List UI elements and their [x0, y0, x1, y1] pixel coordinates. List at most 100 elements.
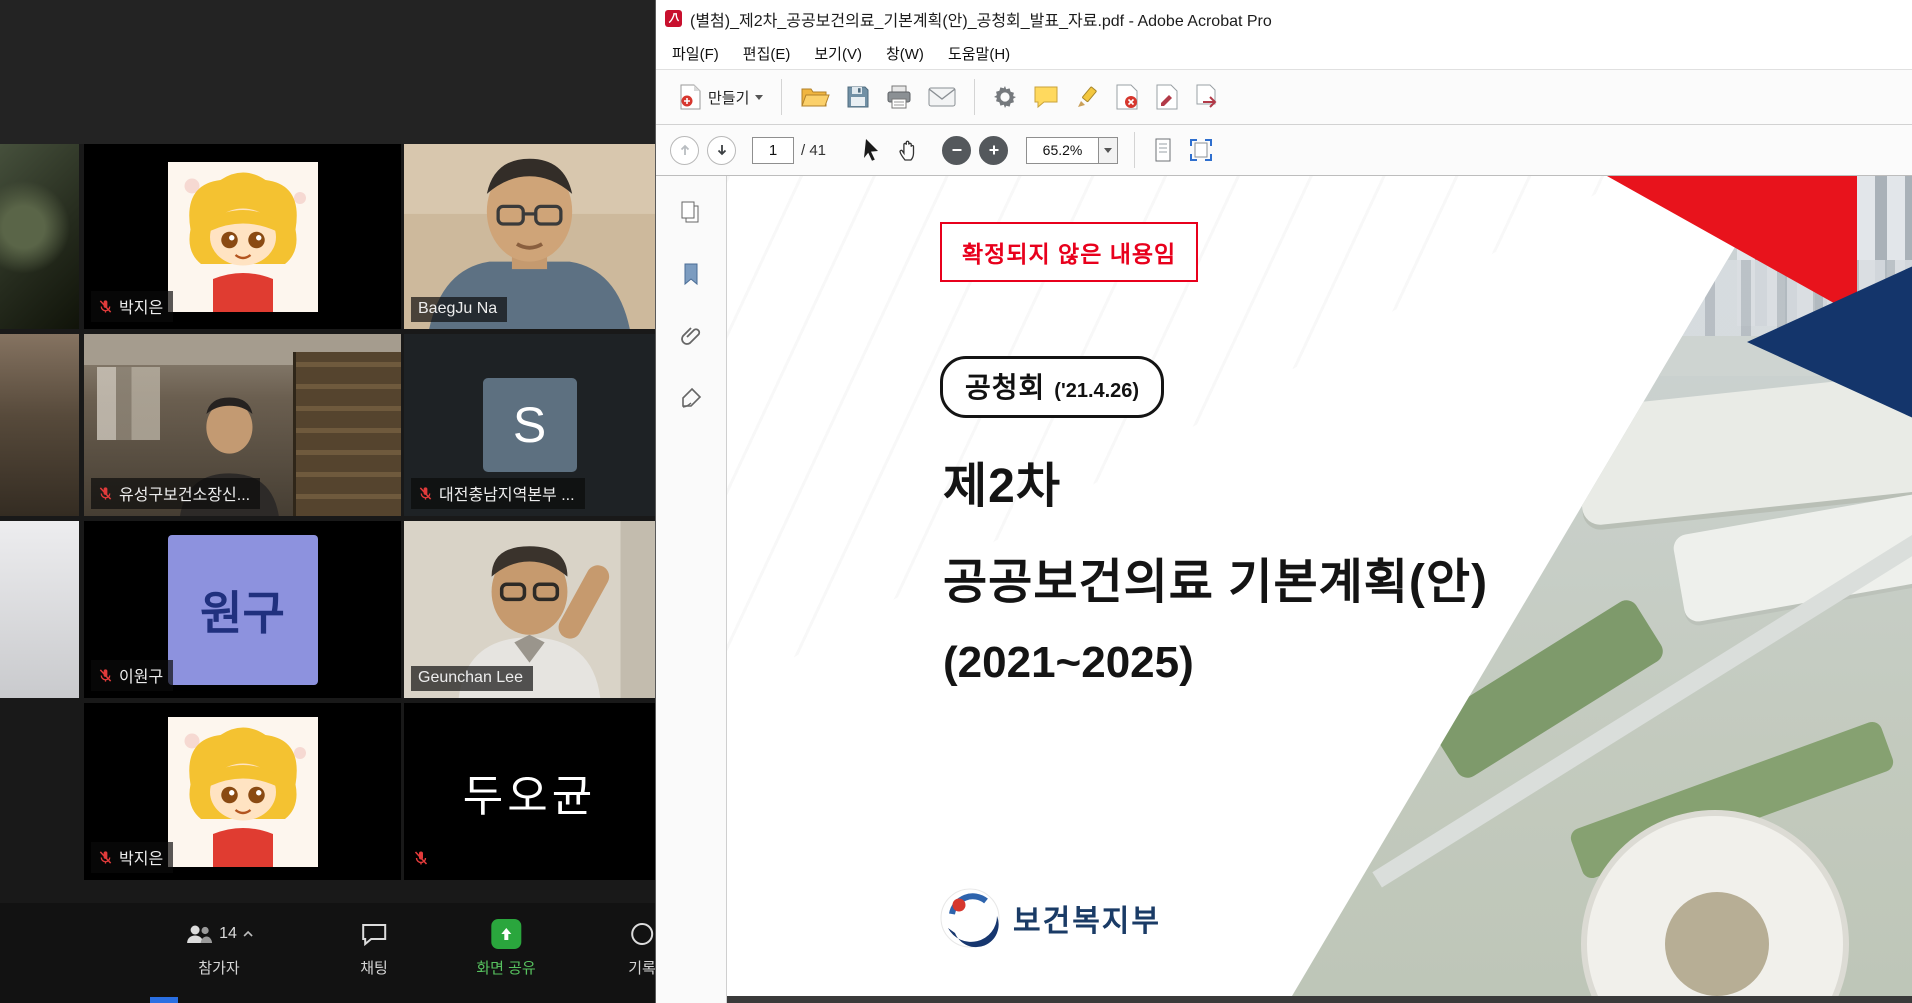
- main-toolbar: 만들기: [656, 70, 1912, 125]
- highlighter-icon: [1075, 85, 1099, 109]
- create-label: 만들기: [708, 87, 749, 108]
- separator: [781, 79, 782, 115]
- taskbar-peek: [150, 997, 178, 1003]
- participant-tile[interactable]: 원구 이원구: [84, 521, 401, 698]
- zoom-toolbar: 14 참가자 채팅 화면 공유 기록: [0, 903, 655, 1003]
- zoom-level-input[interactable]: 65.2%: [1026, 137, 1098, 164]
- menubar: 파일(F) 편집(E) 보기(V) 창(W) 도움말(H): [656, 37, 1912, 70]
- muted-mic-icon: [413, 850, 429, 871]
- chat-button[interactable]: 채팅: [360, 919, 388, 978]
- menu-edit[interactable]: 편집(E): [731, 38, 803, 69]
- participant-tile[interactable]: S 대전충남지역본부 ...: [404, 334, 655, 516]
- settings-button[interactable]: [985, 80, 1025, 114]
- menu-help[interactable]: 도움말(H): [936, 38, 1022, 69]
- menu-file[interactable]: 파일(F): [660, 38, 731, 69]
- separator: [1134, 132, 1135, 168]
- bookmarks-panel-button[interactable]: [669, 254, 713, 294]
- sign-button[interactable]: [1107, 79, 1147, 115]
- avatar: [168, 162, 318, 312]
- export-button[interactable]: [1187, 79, 1229, 115]
- participant-tile[interactable]: 박지은: [84, 703, 401, 880]
- create-button[interactable]: 만들기: [670, 79, 771, 115]
- ministry-logo-icon: [940, 888, 1000, 948]
- chat-label: 채팅: [360, 957, 388, 978]
- page-number-input[interactable]: 1: [752, 137, 794, 164]
- prev-page-button[interactable]: [670, 136, 699, 165]
- ministry-name: 보건복지부: [1013, 896, 1161, 940]
- video-feed: [0, 334, 79, 516]
- menu-view[interactable]: 보기(V): [802, 38, 874, 69]
- avatar-text: 원구: [200, 577, 285, 643]
- document-x-icon: [1115, 84, 1139, 110]
- participant-tile[interactable]: [0, 521, 79, 698]
- zoom-window: 박지은 BaegJu Na: [0, 0, 655, 1003]
- participant-tile[interactable]: 박지은: [84, 144, 401, 329]
- open-button[interactable]: [792, 80, 838, 114]
- save-icon: [846, 85, 870, 109]
- badge-title: 공청회: [965, 366, 1045, 406]
- participant-tile[interactable]: [0, 144, 79, 329]
- participant-tile[interactable]: 두오균: [404, 703, 655, 880]
- record-button[interactable]: 기록: [628, 919, 655, 978]
- document-area[interactable]: 확정되지 않은 내용임 공청회 ('21.4.26) 제2차 공공보건의료 기본…: [727, 176, 1912, 1003]
- navigation-toolbar: 1 / 41 65.2%: [656, 125, 1912, 176]
- participant-name: Geunchan Lee: [418, 669, 523, 687]
- fill-sign-button[interactable]: [1147, 79, 1187, 115]
- window-title: (별첨)_제2차_공공보건의료_기본계획(안)_공청회_발표_자료.pdf - …: [690, 7, 1272, 31]
- participant-name: 유성구보건소장신...: [119, 481, 250, 505]
- participant-name: 이원구: [119, 663, 163, 687]
- comment-button[interactable]: [1025, 80, 1067, 114]
- participant-tile[interactable]: Geunchan Lee: [404, 521, 655, 698]
- badge-date: ('21.4.26): [1054, 380, 1139, 403]
- select-tool-button[interactable]: [854, 133, 890, 167]
- document-body: 확정되지 않은 내용임 공청회 ('21.4.26) 제2차 공공보건의료 기본…: [656, 176, 1912, 1003]
- participants-button[interactable]: 14 참가자: [184, 919, 254, 978]
- chevron-down-icon: [1104, 148, 1112, 157]
- avatar-letter: S: [513, 396, 546, 454]
- slide-title-line2: 공공보건의료 기본계획(안): [943, 542, 1488, 612]
- participant-name: 박지은: [119, 845, 163, 869]
- participant-tile[interactable]: BaegJu Na: [404, 144, 655, 329]
- print-button[interactable]: [878, 80, 920, 114]
- document-export-icon: [1195, 84, 1221, 110]
- next-page-button[interactable]: [707, 136, 736, 165]
- comment-bubble-icon: [1033, 85, 1059, 109]
- zoom-out-button[interactable]: [942, 136, 971, 165]
- fit-width-button[interactable]: [1181, 133, 1221, 167]
- display-name: 두오균: [404, 703, 655, 880]
- participant-name-label: 박지은: [91, 842, 173, 873]
- scroll-mode-button[interactable]: [1145, 133, 1181, 167]
- arrow-down-icon: [715, 143, 729, 157]
- ministry-logo-group: 보건복지부: [940, 888, 1161, 948]
- chat-icon: [361, 922, 387, 946]
- chevron-down-icon: [755, 95, 763, 104]
- acrobat-window: (별첨)_제2차_공공보건의료_기본계획(안)_공청회_발표_자료.pdf - …: [655, 0, 1912, 1003]
- zoom-in-button[interactable]: [979, 136, 1008, 165]
- chevron-up-icon[interactable]: [242, 930, 254, 938]
- notice-box: 확정되지 않은 내용임: [940, 222, 1198, 282]
- participant-tile[interactable]: 유성구보건소장신...: [84, 334, 401, 516]
- share-label: 화면 공유: [476, 957, 535, 978]
- participant-name-label: BaegJu Na: [411, 297, 507, 322]
- signatures-panel-button[interactable]: [669, 378, 713, 418]
- hearing-badge: 공청회 ('21.4.26): [940, 356, 1164, 418]
- record-icon: [629, 921, 655, 947]
- navigation-panel-strip: [656, 176, 727, 1003]
- save-button[interactable]: [838, 80, 878, 114]
- display-name-text: 두오균: [463, 760, 596, 824]
- participant-name-label: 이원구: [91, 660, 173, 691]
- notice-text: 확정되지 않은 내용임: [962, 241, 1176, 267]
- share-screen-button[interactable]: 화면 공유: [476, 919, 535, 978]
- menu-window[interactable]: 창(W): [874, 38, 936, 69]
- muted-mic-icon: [98, 668, 113, 683]
- page-scroll-icon: [1153, 138, 1173, 162]
- bookmark-icon: [681, 262, 701, 286]
- participant-tile[interactable]: [0, 334, 79, 516]
- pdf-page: 확정되지 않은 내용임 공청회 ('21.4.26) 제2차 공공보건의료 기본…: [727, 176, 1912, 996]
- zoom-dropdown-button[interactable]: [1098, 137, 1118, 164]
- hand-tool-button[interactable]: [890, 133, 928, 167]
- highlight-button[interactable]: [1067, 80, 1107, 114]
- attachments-panel-button[interactable]: [669, 316, 713, 356]
- thumbnails-panel-button[interactable]: [669, 192, 713, 232]
- email-button[interactable]: [920, 82, 964, 112]
